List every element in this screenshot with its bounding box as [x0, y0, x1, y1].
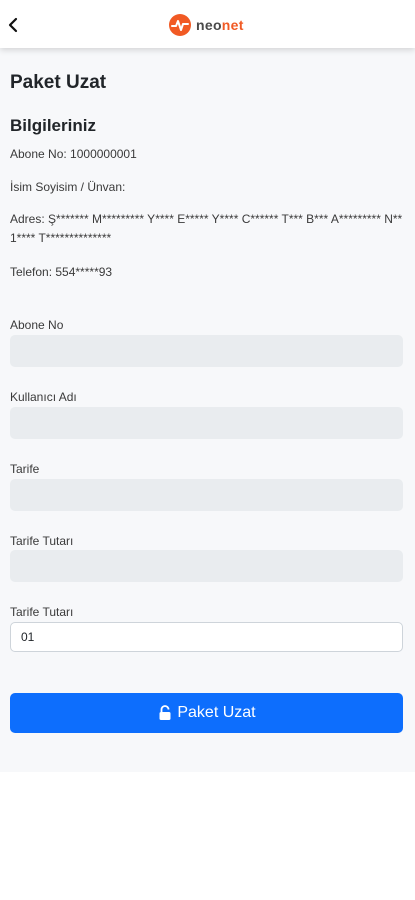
- logo-icon: [169, 14, 191, 36]
- back-button[interactable]: [6, 14, 24, 36]
- abone-no-field[interactable]: [10, 335, 403, 367]
- tarife-tutari-2-field[interactable]: [10, 622, 403, 652]
- abone-no-label: Abone No: [10, 318, 64, 332]
- app-header: neonet: [0, 0, 415, 48]
- paket-uzat-button[interactable]: Paket Uzat: [10, 693, 403, 733]
- lock-open-icon: [159, 705, 171, 720]
- tarife-tutari-label: Tarife Tutarı: [10, 534, 74, 548]
- tarife-tutari-field[interactable]: [10, 550, 403, 582]
- tarife-tutari-2-label: Tarife Tutarı: [10, 605, 74, 619]
- info-abone-no: Abone No: 1000000001: [10, 147, 137, 161]
- kullanici-adi-field[interactable]: [10, 407, 403, 439]
- kullanici-adi-label: Kullanıcı Adı: [10, 390, 77, 404]
- info-telefon: Telefon: 554*****93: [10, 265, 113, 279]
- logo-text-neo: neo: [196, 17, 222, 33]
- logo-text-net: net: [221, 17, 244, 33]
- paket-uzat-button-label: Paket Uzat: [177, 704, 256, 721]
- chevron-left-icon: [8, 17, 18, 33]
- neonet-logo: neonet: [168, 12, 244, 38]
- section-title: Bilgileriniz: [10, 116, 96, 135]
- info-adres: Adres: Ş******* M********* Y**** E***** …: [10, 212, 403, 245]
- info-isim: İsim Soyisim / Ünvan:: [10, 180, 126, 194]
- tarife-field[interactable]: [10, 479, 403, 511]
- page-title: Paket Uzat: [10, 72, 107, 93]
- tarife-label: Tarife: [10, 462, 40, 476]
